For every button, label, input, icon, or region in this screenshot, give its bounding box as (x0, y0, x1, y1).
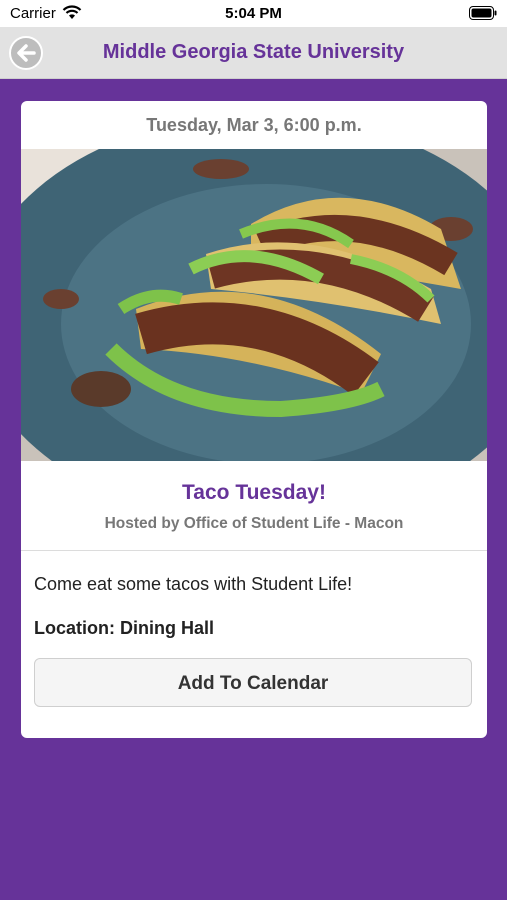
event-host: Hosted by Office of Student Life - Macon (104, 515, 404, 532)
page-title: Middle Georgia State University (102, 41, 405, 63)
add-to-calendar-button[interactable]: Add To Calendar (34, 658, 472, 707)
navigation-bar: Middle Georgia State University (0, 27, 507, 79)
event-description: Come eat some tacos with Student Life! (34, 574, 353, 594)
taco-photo (21, 149, 487, 461)
event-date: Tuesday, Mar 3, 6:00 p.m. (146, 115, 362, 135)
event-location: Location: Dining Hall (34, 618, 214, 638)
divider (21, 550, 487, 551)
event-card: Tuesday, Mar 3, 6:00 p.m. Taco Tuesday! … (21, 101, 487, 738)
status-bar: Carrier 5:04 PM (0, 0, 507, 27)
event-title: Taco Tuesday! (182, 481, 326, 504)
status-time: 5:04 PM (225, 5, 282, 22)
battery-icon (469, 6, 497, 20)
